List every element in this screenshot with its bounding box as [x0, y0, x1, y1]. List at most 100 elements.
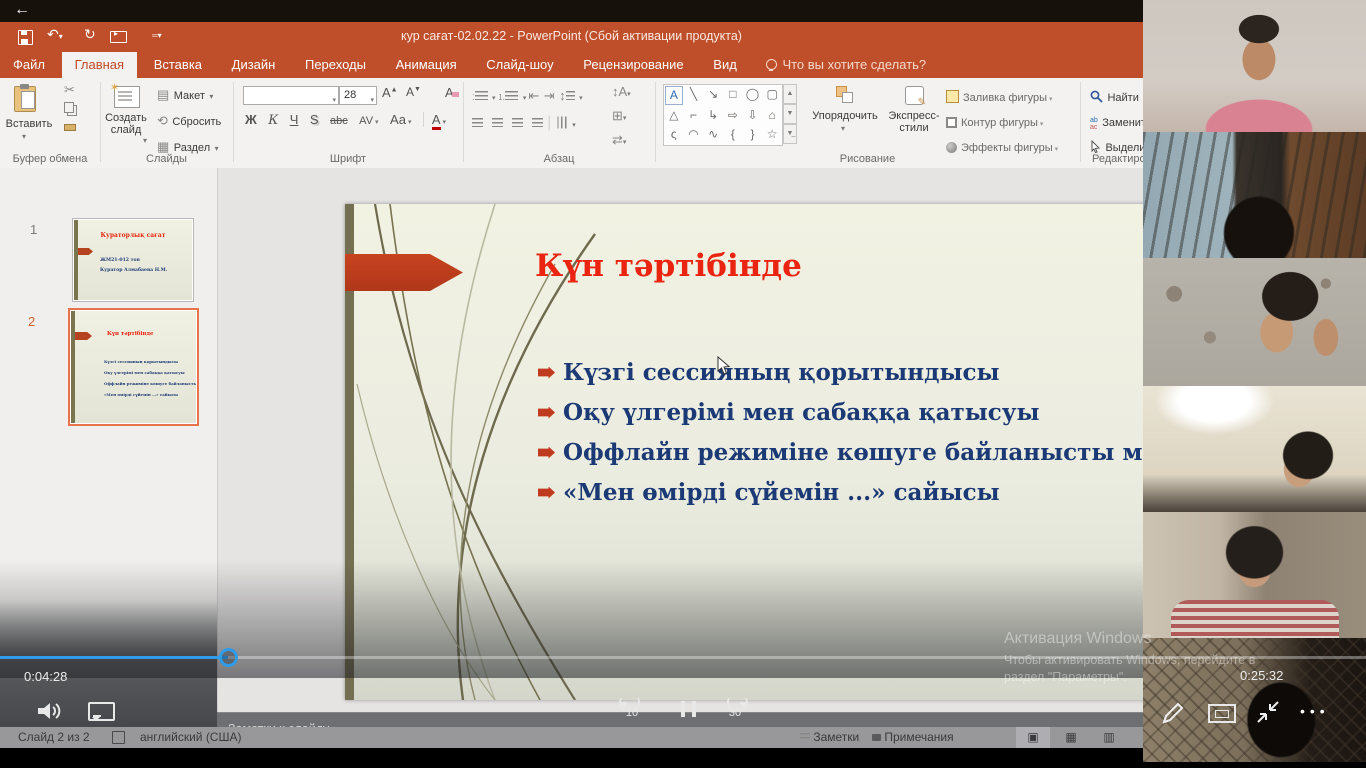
shape-fill-button[interactable]: Заливка фигуры ▾ — [946, 88, 1052, 106]
arrange-icon[interactable] — [836, 86, 853, 103]
italic-button[interactable]: К — [268, 113, 278, 128]
quick-styles-button[interactable]: Экспресс- стили — [888, 110, 940, 134]
align-right-icon[interactable] — [512, 118, 523, 127]
rectangle-shape-icon[interactable]: □ — [723, 85, 743, 106]
layout-button[interactable]: ▤ Макет ▾ — [157, 86, 213, 104]
forward-30-button[interactable]: 30 — [720, 698, 750, 724]
arc-shape-icon[interactable]: ◠ — [684, 125, 704, 145]
spellcheck-icon[interactable] — [112, 731, 125, 744]
participant-video-3[interactable] — [1143, 258, 1366, 386]
shapes-gallery[interactable]: A ╲ ↘ □ ◯ ▢ △ ⌐ ↳ ⇨ ⇩ ⌂ ς ◠ ∿ { } ☆ — [663, 84, 783, 146]
change-case-button[interactable]: Аа ▾ — [390, 112, 412, 127]
align-text-icon[interactable]: ⊞▾ — [612, 108, 626, 124]
seek-bar-knob[interactable] — [219, 648, 238, 667]
language-indicator[interactable]: английский (США) — [140, 730, 241, 744]
new-slide-button[interactable]: Создать слайд — [98, 112, 154, 136]
curve-shape-icon[interactable]: ∿ — [703, 125, 723, 145]
copy-icon[interactable] — [64, 102, 74, 113]
decrease-indent-icon[interactable]: ⇤ — [528, 88, 539, 103]
video-layout-icon[interactable] — [1208, 704, 1236, 723]
justify-icon[interactable] — [532, 118, 543, 127]
comments-toggle[interactable]: Примечания — [872, 730, 954, 744]
tab-home[interactable]: Главная — [62, 52, 137, 78]
tab-design[interactable]: Дизайн — [219, 52, 289, 78]
back-icon[interactable]: ← — [14, 1, 30, 19]
bold-button[interactable]: Ж — [245, 112, 257, 127]
reset-button[interactable]: ⟲ Сбросить — [157, 112, 221, 130]
captions-chat-icon[interactable] — [88, 702, 115, 721]
increase-indent-icon[interactable]: ⇥ — [544, 88, 555, 103]
replace-button[interactable]: abac Заменить — [1090, 113, 1143, 131]
textbox-shape-icon[interactable]: A — [665, 86, 683, 105]
participant-video-5[interactable] — [1143, 512, 1366, 638]
numbering-icon[interactable] — [505, 91, 518, 100]
text-shadow-button[interactable]: S — [310, 112, 319, 127]
align-left-icon[interactable] — [472, 118, 483, 127]
oval-shape-icon[interactable]: ◯ — [743, 85, 763, 106]
star-shape-icon[interactable]: ☆ — [762, 125, 782, 145]
elbow-arrow-shape-icon[interactable]: ↳ — [703, 106, 723, 126]
tab-review[interactable]: Рецензирование — [570, 52, 696, 78]
arrow-shape-icon[interactable]: ↘ — [703, 85, 723, 106]
triangle-shape-icon[interactable]: △ — [664, 106, 684, 126]
format-painter-icon[interactable] — [64, 124, 76, 131]
tab-file[interactable]: Файл — [0, 52, 58, 78]
clear-formatting-icon[interactable]: А — [445, 85, 459, 100]
right-arrow-shape-icon[interactable]: ⇨ — [723, 106, 743, 126]
notes-toggle[interactable]: Заметки — [800, 730, 859, 744]
paste-button[interactable]: Вставить — [0, 118, 58, 130]
right-brace-shape-icon[interactable]: } — [743, 125, 763, 145]
smartart-convert-icon[interactable]: ⇄▾ — [612, 132, 626, 148]
tab-slideshow[interactable]: Слайд-шоу — [473, 52, 566, 78]
shapes-scroll-down[interactable]: ▼ — [783, 104, 797, 124]
tab-animations[interactable]: Анимация — [383, 52, 470, 78]
more-options-icon[interactable]: ••• — [1300, 703, 1330, 719]
arrange-button[interactable]: Упорядочить — [800, 110, 890, 122]
tab-view[interactable]: Вид — [700, 52, 750, 78]
slide-thumbnail-1[interactable]: Кураторлық сағат ЖМ21-012 топ Куратор Ал… — [72, 218, 194, 302]
pause-button[interactable] — [677, 701, 699, 722]
paste-icon[interactable] — [14, 84, 38, 112]
tell-me-box[interactable]: Что вы хотите сделать? — [753, 52, 939, 78]
strikethrough-button[interactable]: abc — [330, 115, 348, 127]
exit-fullscreen-icon[interactable] — [1254, 698, 1282, 726]
freeform-shape-icon[interactable]: ⌂ — [762, 106, 782, 126]
font-size-combo[interactable]: 28▾ — [339, 86, 377, 105]
tab-insert[interactable]: Вставка — [141, 52, 215, 78]
shapes-more[interactable]: ▼̲ — [783, 124, 797, 144]
participant-video-1[interactable] — [1143, 0, 1366, 132]
align-center-icon[interactable] — [492, 118, 503, 127]
rounded-rectangle-shape-icon[interactable]: ▢ — [762, 85, 782, 106]
normal-view-button[interactable]: ▣ — [1016, 727, 1050, 748]
bullets-icon[interactable] — [475, 91, 488, 100]
left-brace-shape-icon[interactable]: { — [723, 125, 743, 145]
annotate-pencil-icon[interactable] — [1158, 698, 1188, 728]
slide-thumbnail-2[interactable]: Күн тәртібінде Күзгі сессияның қорытынды… — [68, 308, 199, 426]
shape-outline-button[interactable]: Контур фигуры ▾ — [946, 113, 1043, 131]
volume-icon[interactable] — [36, 699, 63, 723]
participant-video-4[interactable] — [1143, 386, 1366, 512]
quick-styles-icon[interactable]: ✎ — [905, 86, 924, 105]
find-button[interactable]: Найти — [1090, 88, 1139, 106]
underline-button[interactable]: Ч — [290, 112, 299, 127]
cut-icon[interactable]: ✂ — [64, 82, 75, 98]
tab-transitions[interactable]: Переходы — [292, 52, 379, 78]
shrink-font-icon[interactable]: А▼ — [406, 85, 421, 99]
font-color-button[interactable]: А ▾ — [423, 112, 446, 127]
scribble-shape-icon[interactable]: ς — [664, 125, 684, 145]
elbow-shape-icon[interactable]: ⌐ — [684, 106, 704, 126]
new-slide-icon[interactable]: ✶ — [112, 84, 138, 108]
columns-icon[interactable] — [557, 117, 566, 129]
reading-view-button[interactable]: ▥ — [1092, 727, 1126, 748]
font-name-combo[interactable]: ▾ — [243, 86, 339, 105]
down-arrow-shape-icon[interactable]: ⇩ — [743, 106, 763, 126]
text-direction-icon[interactable]: ↕А▾ — [612, 84, 631, 99]
character-spacing-button[interactable]: AV ▾ — [359, 115, 378, 127]
line-spacing-icon[interactable]: ↕ — [559, 88, 575, 103]
grow-font-icon[interactable]: А▲ — [382, 85, 398, 100]
shapes-scroll-up[interactable]: ▲ — [783, 84, 797, 104]
rewind-10-button[interactable]: 10 — [617, 698, 647, 724]
slide-sorter-view-button[interactable]: ▦ — [1054, 727, 1088, 748]
participant-video-2[interactable] — [1143, 132, 1366, 258]
paste-dropdown-icon[interactable]: ▾ — [22, 132, 26, 141]
